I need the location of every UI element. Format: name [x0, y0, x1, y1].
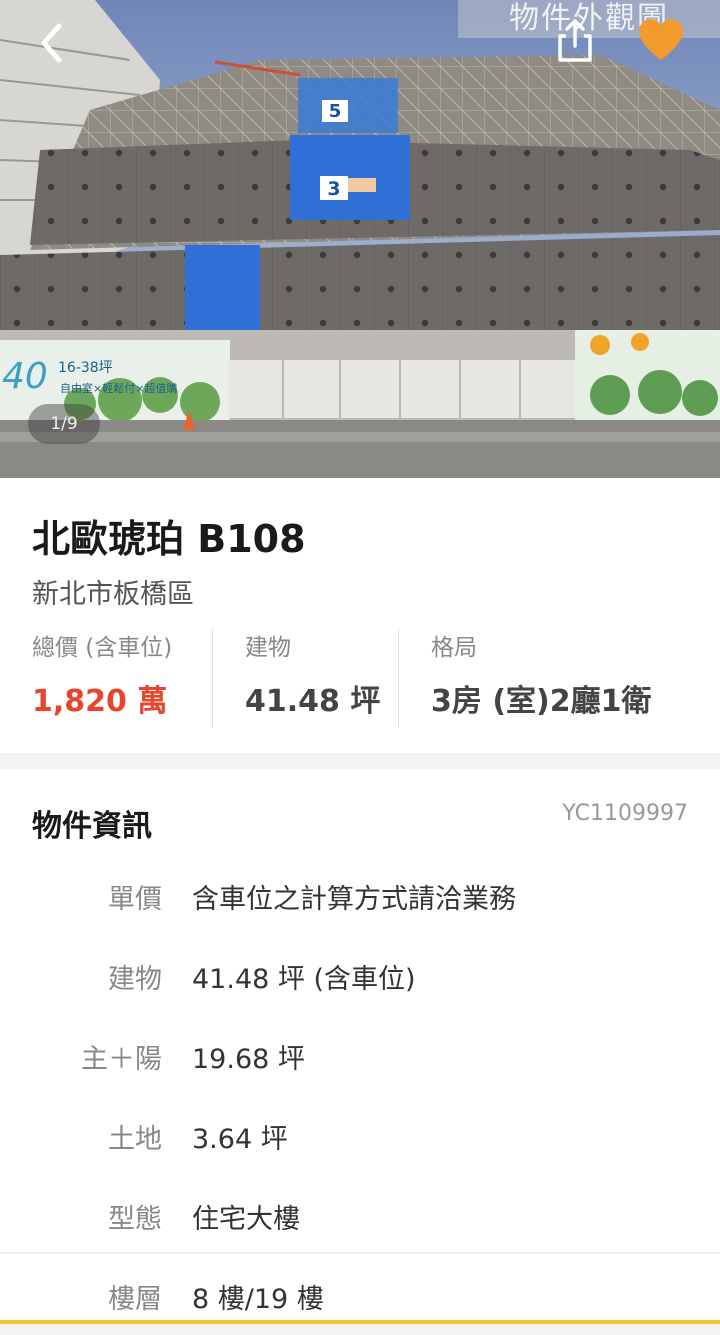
bottom-accent-bar	[0, 1320, 720, 1324]
layout-stat: 格局 3房 (室)2廳1衛	[398, 628, 720, 728]
share-icon	[558, 19, 592, 62]
price-label: 總價 (含車位)	[32, 635, 173, 661]
property-title: 北歐琥珀 B108	[32, 517, 306, 561]
info-key: 建物	[108, 964, 162, 995]
property-photo[interactable]: 5 3 40 16-38坪 自由室×輕鬆付×超值購 物件外觀圖 1/9	[0, 0, 720, 478]
info-value: 41.48 坪 (含車位)	[192, 964, 416, 995]
info-value: 住宅大樓	[192, 1204, 300, 1235]
info-key: 樓層	[108, 1284, 162, 1315]
back-button[interactable]	[28, 18, 78, 68]
share-button[interactable]	[552, 16, 598, 66]
info-key: 主＋陽	[81, 1044, 162, 1075]
info-key: 單價	[108, 884, 162, 915]
info-row-building-area: 建物 41.48 坪 (含車位)	[0, 935, 720, 1015]
price-stat: 總價 (含車位) 1,820 萬	[32, 628, 210, 728]
banner-big-number: 40	[2, 356, 48, 397]
divider	[0, 1252, 720, 1254]
info-row-type: 型態 住宅大樓	[0, 1175, 720, 1255]
info-section-title: 物件資訊	[32, 809, 152, 844]
info-key: 土地	[108, 1124, 162, 1155]
info-value: 3.64 坪	[192, 1124, 288, 1155]
heart-icon	[639, 19, 683, 60]
property-info-section: 物件資訊 YC1109997 單價 含車位之計算方式請洽業務 建物 41.48 …	[0, 769, 720, 1324]
area-label: 建物	[245, 635, 291, 661]
info-key: 型態	[108, 1204, 162, 1235]
price-value: 1,820 萬	[32, 684, 168, 719]
info-row-main-balcony: 主＋陽 19.68 坪	[0, 1015, 720, 1095]
photo-counter: 1/9	[28, 404, 100, 444]
info-value: 含車位之計算方式請洽業務	[192, 884, 516, 915]
banner-feature: 自由室×輕鬆付×超值購	[60, 381, 177, 395]
info-value: 8 樓/19 樓	[192, 1284, 324, 1315]
area-stat: 建物 41.48 坪	[212, 628, 398, 728]
building-photo-illustration: 5 3 40 16-38坪 自由室×輕鬆付×超值購	[0, 0, 720, 478]
property-summary: 北歐琥珀 B108 新北市板橋區 總價 (含車位) 1,820 萬 建物 41.…	[0, 478, 720, 753]
chevron-left-icon	[41, 23, 62, 63]
info-row-unit-price: 單價 含車位之計算方式請洽業務	[0, 855, 720, 935]
floor-label-top: 5	[329, 101, 342, 122]
favorite-button[interactable]	[633, 16, 689, 66]
layout-label: 格局	[431, 635, 477, 661]
info-value: 19.68 坪	[192, 1044, 305, 1075]
layout-value: 3房 (室)2廳1衛	[431, 684, 652, 719]
floor-label-mid: 3	[327, 178, 340, 200]
info-row-land: 土地 3.64 坪	[0, 1095, 720, 1175]
banner-size: 16-38坪	[58, 360, 113, 376]
property-id: YC1109997	[562, 801, 688, 826]
area-value: 41.48 坪	[245, 684, 381, 719]
property-district: 新北市板橋區	[32, 579, 194, 610]
